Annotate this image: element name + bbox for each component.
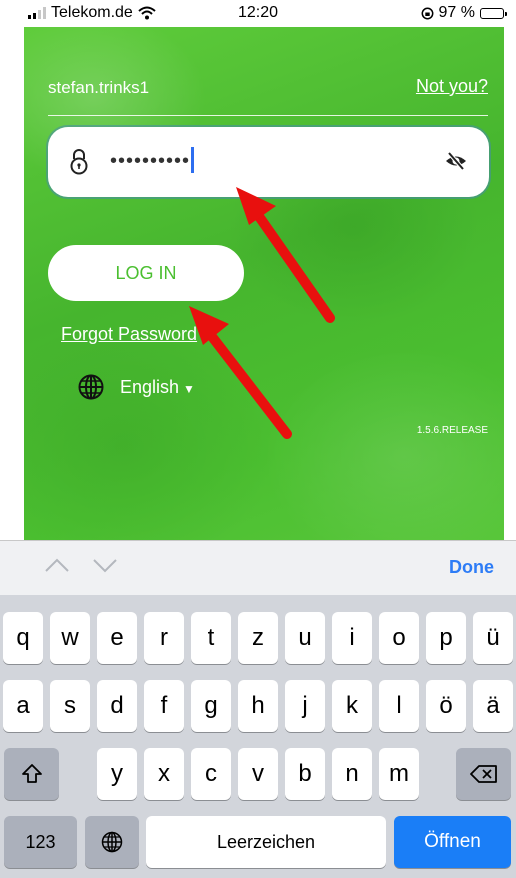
key-z[interactable]: z <box>238 612 278 664</box>
keyboard-accessory-bar: Done <box>0 540 516 595</box>
globe-icon <box>78 374 104 400</box>
key-c[interactable]: c <box>191 748 231 800</box>
eye-off-icon[interactable] <box>445 151 467 171</box>
key-v[interactable]: v <box>238 748 278 800</box>
login-button[interactable]: LOG IN <box>48 245 244 301</box>
key-b[interactable]: b <box>285 748 325 800</box>
key-w[interactable]: w <box>50 612 90 664</box>
numbers-key[interactable]: 123 <box>4 816 77 868</box>
text-caret <box>191 147 195 173</box>
key-l[interactable]: l <box>379 680 419 732</box>
key-i[interactable]: i <box>332 612 372 664</box>
key-ü[interactable]: ü <box>473 612 513 664</box>
key-x[interactable]: x <box>144 748 184 800</box>
done-button[interactable]: Done <box>449 557 494 578</box>
chevron-up-icon[interactable] <box>44 555 70 575</box>
key-k[interactable]: k <box>332 680 372 732</box>
backspace-icon <box>469 765 497 783</box>
go-key[interactable]: Öffnen <box>394 816 511 868</box>
key-g[interactable]: g <box>191 680 231 732</box>
backspace-key[interactable] <box>456 748 511 800</box>
shift-key[interactable] <box>4 748 59 800</box>
password-value: •••••••••• <box>110 147 195 175</box>
key-s[interactable]: s <box>50 680 90 732</box>
username: stefan.trinks1 <box>48 78 150 97</box>
key-j[interactable]: j <box>285 680 325 732</box>
shift-icon <box>21 764 42 783</box>
key-m[interactable]: m <box>379 748 419 800</box>
key-ä[interactable]: ä <box>473 680 513 732</box>
chevron-down-icon[interactable] <box>92 555 118 575</box>
globe-key[interactable] <box>85 816 139 868</box>
key-u[interactable]: u <box>285 612 325 664</box>
key-t[interactable]: t <box>191 612 231 664</box>
user-row: stefan.trinks1 Not you? <box>48 75 488 116</box>
key-d[interactable]: d <box>97 680 137 732</box>
dropdown-caret-icon: ▼ <box>183 381 195 396</box>
key-e[interactable]: e <box>97 612 137 664</box>
lock-icon <box>70 149 88 175</box>
version-label: 1.5.6.RELEASE <box>416 425 488 436</box>
key-n[interactable]: n <box>332 748 372 800</box>
key-p[interactable]: p <box>426 612 466 664</box>
language-label: English ▼ <box>120 376 195 397</box>
status-bar: Telekom.de 12:20 97 % <box>0 0 516 27</box>
key-y[interactable]: y <box>97 748 137 800</box>
key-f[interactable]: f <box>144 680 184 732</box>
key-q[interactable]: q <box>3 612 43 664</box>
key-a[interactable]: a <box>3 680 43 732</box>
battery-icon <box>480 7 507 19</box>
key-ö[interactable]: ö <box>426 680 466 732</box>
battery-percent: 97 % <box>438 4 475 21</box>
globe-icon <box>101 831 123 853</box>
key-h[interactable]: h <box>238 680 278 732</box>
password-field[interactable]: •••••••••• <box>48 127 489 197</box>
battery-status: 97 % <box>421 4 507 22</box>
key-r[interactable]: r <box>144 612 184 664</box>
not-you-link[interactable]: Not you? <box>416 76 488 97</box>
space-key[interactable]: Leerzeichen <box>146 816 386 868</box>
language-selector[interactable]: English ▼ <box>78 374 195 400</box>
keyboard: Done q w e r t z u i o p ü a s d f g h j k l ö ä y x c v b n m 123 Lee… <box>0 540 516 878</box>
forgot-password-link[interactable]: Forgot Password <box>61 324 197 345</box>
login-screen: stefan.trinks1 Not you? •••••••••• LOG I… <box>24 27 504 540</box>
key-o[interactable]: o <box>379 612 419 664</box>
orientation-lock-icon <box>421 7 433 19</box>
